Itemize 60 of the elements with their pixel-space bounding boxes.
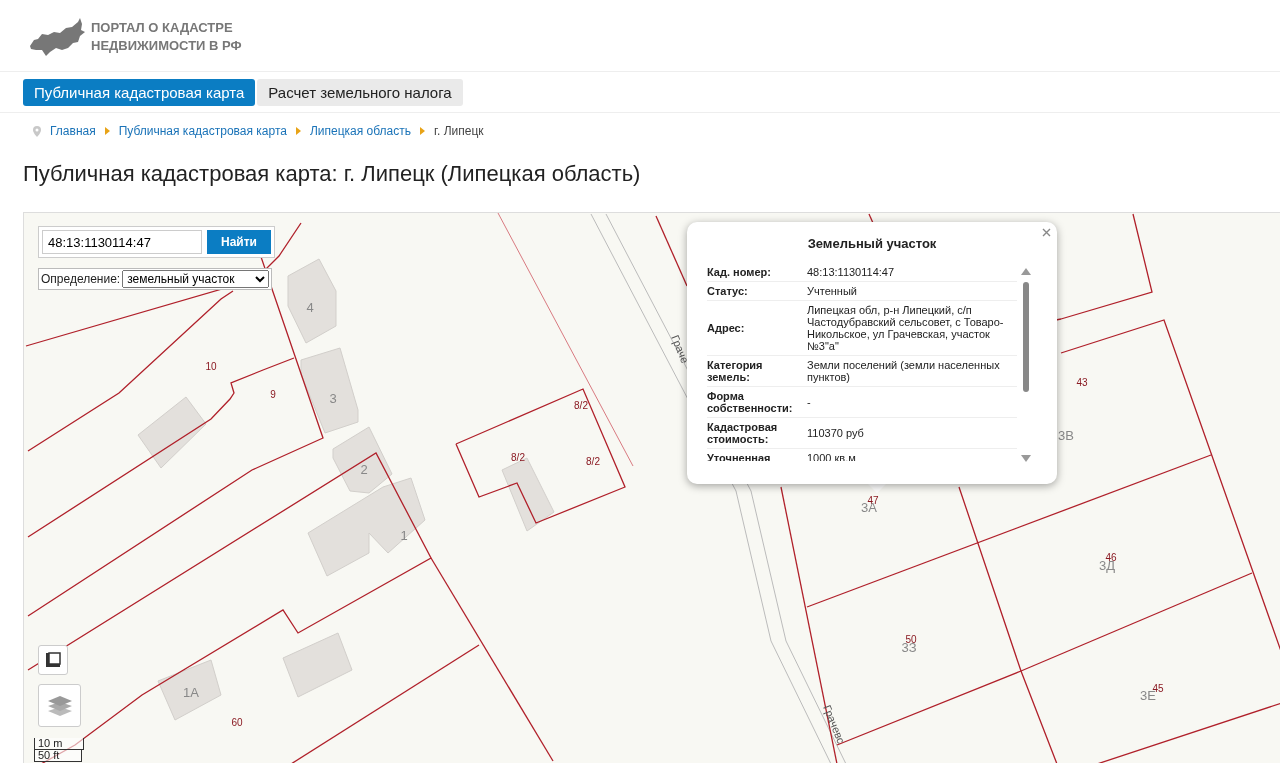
property-value: Липецкая обл, р-н Липецкий, с/п Частодубравский сельсовет, с Товаро-Никольское, ул Грачевская, участок №3"а" [807,301,1017,356]
breadcrumb-current: г. Липецк [434,124,484,138]
parcel-number: 10 [205,361,217,372]
scroll-up-icon[interactable] [1021,268,1031,275]
ruler-icon [45,652,61,668]
scale-bar: 10 m [34,738,84,750]
triangle-icon [104,127,110,135]
breadcrumb-link[interactable]: Главная [50,124,96,138]
close-icon[interactable] [1042,228,1051,237]
scrollbar[interactable] [1021,268,1031,464]
definition-label: Определение: [41,272,121,286]
scroll-thumb[interactable] [1023,282,1029,392]
ruler-button[interactable] [38,645,68,675]
definition-select[interactable]: земельный участок [122,270,270,288]
find-button[interactable]: Найти [207,230,271,254]
parcel-number: 8/2 [511,452,525,463]
popup-title: Земельный участок [806,236,938,251]
parcel-number: 8/2 [586,456,600,467]
parcel-number: 9 [270,389,276,400]
page-title: Публичная кадастровая карта: г. Липецк (Липецкая область) [23,161,642,187]
property-value: Земли поселений (земли населенных пунктов) [807,356,1017,387]
parcel-number: 43 [1076,377,1088,388]
house-number: 3 [329,391,337,406]
property-label: Кад. номер: [707,263,807,282]
layers-icon [46,694,73,717]
layers-button[interactable] [38,684,81,727]
cadastral-number-field[interactable]: 48:13:1130114:47 [42,230,202,254]
house-number: 1А [183,685,199,700]
property-label: Форма собственности: [707,387,807,418]
street-name: Граче [669,333,692,365]
triangle-icon [295,127,301,135]
nav-tab[interactable]: Расчет земельного налога [257,79,463,106]
location-pin-icon [33,125,41,137]
house-number: 3В [1058,428,1074,443]
house-number: 2 [360,462,368,477]
breadcrumb-link[interactable]: Публичная кадастровая карта [118,124,287,138]
property-value: 110370 руб [807,418,1017,449]
property-value: 48:13:1130114:47 [807,263,1017,282]
property-label: Кадастровая стоимость: [707,418,807,449]
scale-bar: 50 ft [34,750,82,762]
parcel-number: 60 [231,717,243,728]
property-label: Статус: [707,282,807,301]
breadcrumb-link[interactable]: Липецкая область [309,124,412,138]
property-label: Категория земель: [707,356,807,387]
house-number: 4 [306,300,314,315]
nav-tab[interactable]: Публичная кадастровая карта [23,79,256,106]
building-shape [282,632,353,698]
parcel-number: 8/2 [574,400,588,411]
logo-text: НЕДВИЖИМОСТИ В РФ [91,37,242,55]
scroll-down-icon[interactable] [1021,455,1031,462]
logo-text: ПОРТАЛ О КАДАСТРЕ [91,19,234,37]
country-map-icon [28,18,85,56]
triangle-icon [420,127,426,135]
parcel-number: 45 [1152,683,1164,694]
property-value: Учтенный [807,282,1017,301]
property-label: Адрес: [707,301,807,356]
house-number: 1 [400,528,408,543]
property-value: - [807,387,1017,418]
building-shape [157,659,222,721]
parcel-boundary [655,215,688,287]
